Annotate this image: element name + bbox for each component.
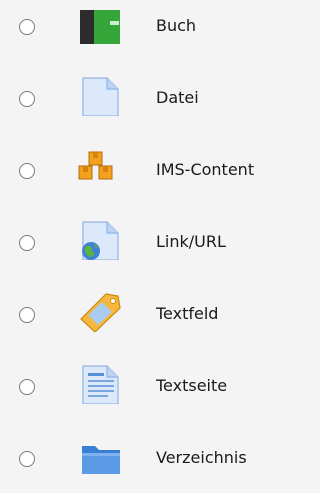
radio-link-url[interactable] xyxy=(19,235,35,251)
label-datei: Datei xyxy=(156,88,199,107)
radio-ims-content[interactable] xyxy=(19,163,35,179)
label-verzeichnis: Verzeichnis xyxy=(156,448,247,467)
label-tag-icon xyxy=(76,292,126,332)
list-item-verzeichnis[interactable]: Verzeichnis xyxy=(0,432,284,492)
list-item-link-url[interactable]: Link/URL xyxy=(0,216,284,276)
page-icon xyxy=(76,364,126,404)
label-textfeld: Textfeld xyxy=(156,304,219,323)
ims-content-icon xyxy=(76,150,126,190)
label-textseite: Textseite xyxy=(156,376,228,395)
radio-textseite[interactable] xyxy=(19,379,35,395)
radio-verzeichnis[interactable] xyxy=(19,451,35,467)
label-link-url: Link/URL xyxy=(156,232,226,251)
list-item-buch[interactable]: Buch xyxy=(0,0,284,60)
folder-icon xyxy=(76,440,126,480)
list-item-ims-content[interactable]: IMS-Content xyxy=(0,144,284,204)
list-item-textfeld[interactable]: Textfeld xyxy=(0,288,284,348)
radio-textfeld[interactable] xyxy=(19,307,35,323)
label-buch: Buch xyxy=(156,16,197,35)
file-icon xyxy=(76,76,126,116)
url-icon xyxy=(76,220,126,260)
radio-datei[interactable] xyxy=(19,91,35,107)
book-icon xyxy=(76,6,126,46)
list-item-datei[interactable]: Datei xyxy=(0,72,284,132)
label-ims-content: IMS-Content xyxy=(156,160,255,179)
list-item-textseite[interactable]: Textseite xyxy=(0,360,284,420)
radio-buch[interactable] xyxy=(19,19,35,35)
